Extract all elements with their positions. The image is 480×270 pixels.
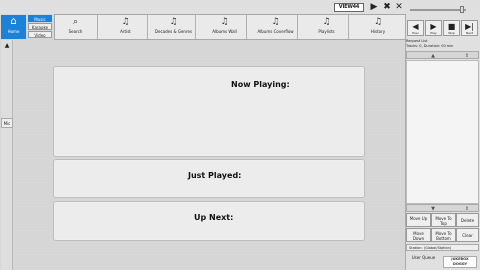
left-column — [1, 40, 13, 270]
search-icon: ⌕ — [72, 17, 79, 27]
delete-button[interactable]: Delete — [456, 213, 479, 227]
move-up-button[interactable]: Move Up — [406, 213, 431, 227]
mic-button[interactable]: Mic — [1, 118, 13, 128]
play-icon: ▶ — [430, 22, 437, 31]
nav-decades-genres[interactable]: ♫ Decades & Genres — [152, 15, 196, 39]
next-label: Next — [466, 31, 473, 35]
just-played-panel: Just Played: — [53, 159, 365, 198]
queue-header: ▲ ⇕ — [406, 51, 479, 59]
home-button[interactable]: ⌂ Home — [1, 15, 26, 39]
top-bar — [0, 0, 480, 14]
queue-sort-icon[interactable]: ⇕ — [463, 205, 471, 213]
stop-label: Stop — [448, 31, 455, 35]
play-button[interactable]: ▶ Play — [425, 20, 442, 36]
mode-video-button[interactable]: Video — [28, 31, 52, 38]
queue-list[interactable] — [406, 60, 479, 204]
music-note-icon: ♫ — [373, 17, 383, 27]
home-icon: ⌂ — [10, 16, 17, 27]
nav-albums-wall[interactable]: ♫ Albums Wall — [203, 15, 247, 39]
tracks-summary: Tracks: 0, Duration: 00 min — [406, 43, 454, 48]
clear-button[interactable]: Clear — [456, 228, 479, 242]
up-next-panel: Up Next: — [53, 201, 365, 241]
station-label: Station: (Global/Station) — [406, 244, 479, 251]
music-note-icon: ♫ — [121, 17, 130, 27]
nav-albums-coverflow[interactable]: ♫ Albums Coverflow — [254, 15, 298, 39]
mode-karaoke-button[interactable]: Karaoke — [28, 23, 52, 30]
music-note-icon: ♫ — [322, 17, 331, 27]
scroll-up-icon[interactable]: ▲ — [2, 42, 12, 50]
move-to-bottom-button[interactable]: Move To Bottom — [431, 228, 456, 242]
venue-logo: VIEW44 — [334, 3, 364, 12]
tools-icon[interactable]: ✖ — [381, 2, 393, 13]
move-down-button[interactable]: Move Down — [406, 228, 431, 242]
nav-history[interactable]: ♫ History — [355, 15, 401, 39]
volume-slider-knob[interactable] — [460, 6, 464, 13]
home-label: Home — [7, 29, 20, 34]
queue-scroll-up-icon[interactable]: ▲ — [429, 52, 437, 60]
play-icon[interactable]: ▶ — [368, 2, 380, 13]
nav-label: Albums Wall — [212, 29, 237, 34]
now-playing-panel: Now Playing: — [53, 66, 365, 157]
user-queue-button[interactable]: User Queue — [406, 252, 441, 269]
music-note-icon: ♫ — [220, 17, 229, 27]
music-note-icon: ♫ — [169, 17, 178, 27]
queue-scroll-down-icon[interactable]: ▼ — [429, 205, 437, 213]
mode-music-button[interactable]: Music — [28, 15, 52, 22]
jukebox-logo: JUKEBOX DOGGY — [443, 256, 477, 268]
prev-icon: ◀ — [412, 22, 419, 31]
volume-slider[interactable] — [410, 9, 466, 11]
up-next-title: Up Next: — [194, 213, 234, 222]
brand-line-2: DOGGY — [452, 262, 468, 266]
nav-search[interactable]: ⌕ Search — [54, 15, 98, 39]
close-icon[interactable]: ✕ — [393, 2, 405, 13]
nav-label: Albums Coverflow — [257, 29, 294, 34]
stop-icon: ■ — [447, 22, 456, 31]
nav-label: Playlists — [318, 29, 335, 34]
nav-label: Artist — [120, 29, 131, 34]
request-info: Request List Tracks: 0, Duration: 00 min — [406, 39, 479, 48]
stop-button[interactable]: ■ Stop — [443, 20, 460, 36]
play-label: Play — [430, 31, 437, 35]
queue-sort-icon[interactable]: ⇕ — [463, 52, 471, 60]
next-icon: ▶| — [465, 22, 474, 31]
nav-label: History — [370, 29, 386, 34]
queue-footer: ▼ ⇕ — [406, 204, 479, 212]
nav-playlists[interactable]: ♫ Playlists — [305, 15, 349, 39]
nav-label: Decades & Genres — [154, 29, 193, 34]
prev-label: Prev — [412, 31, 419, 35]
move-to-top-button[interactable]: Move To Top — [431, 213, 456, 227]
nav-label: Search — [68, 29, 83, 34]
just-played-title: Just Played: — [188, 171, 242, 180]
nav-artist[interactable]: ♫ Artist — [104, 15, 148, 39]
music-note-icon: ♫ — [271, 17, 280, 27]
next-button[interactable]: ▶| Next — [461, 20, 478, 36]
now-playing-title: Now Playing: — [231, 80, 290, 89]
prev-button[interactable]: ◀ Prev — [407, 20, 424, 36]
